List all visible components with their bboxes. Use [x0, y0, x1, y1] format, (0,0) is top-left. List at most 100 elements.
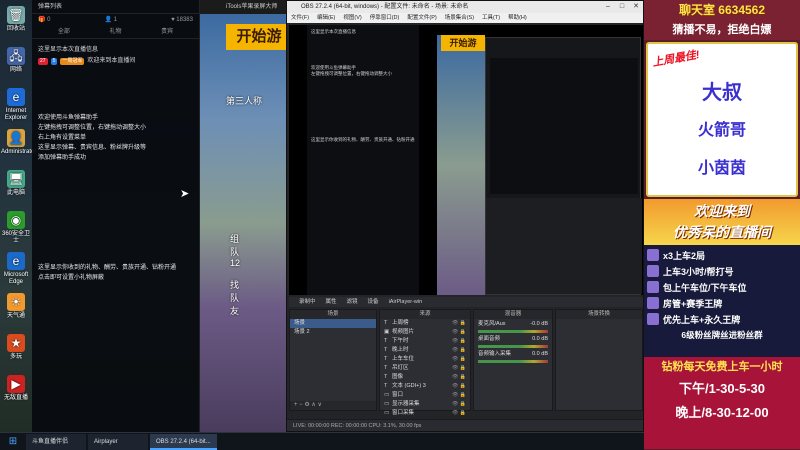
- source-item[interactable]: T 晚上时 👁 🔒: [380, 346, 470, 355]
- source-item[interactable]: ▭ 窗口 👁 🔒: [380, 391, 470, 400]
- source-name: 吊灯区: [392, 365, 409, 371]
- visibility-lock-icon[interactable]: 👁 🔒: [452, 364, 466, 373]
- tab-all[interactable]: 全部: [58, 28, 70, 36]
- desktop-icon[interactable]: ▶ 无敌直播: [1, 375, 31, 402]
- top-name-2: 火箭哥: [697, 122, 746, 139]
- source-type-icon: T: [384, 365, 388, 371]
- tab-gifts[interactable]: 礼物: [109, 28, 121, 36]
- obs-menu-item[interactable]: 视图(V): [343, 13, 361, 23]
- obs-menu-item[interactable]: 文件(F): [291, 13, 309, 23]
- visibility-lock-icon[interactable]: 👁 🔒: [452, 355, 466, 364]
- volume-meter[interactable]: [478, 345, 548, 348]
- chat-header: 弹幕列表: [32, 0, 199, 14]
- start-game-button[interactable]: 开始游: [226, 24, 292, 50]
- desktop-app-icon: e: [7, 252, 25, 270]
- obs-menu-item[interactable]: 场景集合(S): [445, 13, 474, 23]
- scene-tools[interactable]: + − ⚙ ∧ ∨: [290, 401, 376, 410]
- tab-vip[interactable]: 贵宾: [161, 28, 173, 36]
- obs-preview[interactable]: 这里显示本次直播信息 欢迎使用斗鱼弹幕助手 左键拖拽可调整位置，右键拖动调整大小…: [289, 25, 643, 295]
- desktop-icon[interactable]: 🖥 此电脑: [1, 170, 31, 197]
- windows-start-icon[interactable]: ⊞: [0, 436, 26, 447]
- scenes-title: 场景: [290, 310, 376, 319]
- source-control-item[interactable]: 录制中: [299, 297, 316, 307]
- taskbar-item-airplayer[interactable]: Airplayer: [88, 433, 148, 450]
- nested-preview: [490, 58, 638, 194]
- desktop-icon-label: Internet Explorer: [4, 108, 28, 121]
- source-type-icon: ▭: [384, 401, 390, 407]
- mixer-track[interactable]: 麦克风/Aux -0.0 dB: [474, 319, 552, 334]
- rank-badge: 一周冠军: [60, 57, 85, 65]
- mixer-track[interactable]: 桌面音频 0.0 dB: [474, 334, 552, 349]
- source-item[interactable]: T 图像 👁 🔒: [380, 373, 470, 382]
- volume-meter[interactable]: [478, 330, 548, 333]
- visibility-lock-icon[interactable]: 👁 🔒: [452, 328, 466, 337]
- source-item[interactable]: ▣ 视频图片 👁 🔒: [380, 328, 470, 337]
- obs-menu-item[interactable]: 停靠窗口(D): [370, 13, 400, 23]
- desktop-icon[interactable]: e Internet Explorer: [1, 88, 31, 122]
- perk-avatar: [647, 249, 659, 261]
- mixer-track[interactable]: 音频输入采集 0.0 dB: [474, 349, 552, 364]
- obs-menu-item[interactable]: 帮助(H): [508, 13, 527, 23]
- scene-item[interactable]: 场景 2: [290, 328, 376, 337]
- desktop-app-icon: e: [7, 88, 25, 106]
- welcome-block: 欢迎使用斗鱼弹幕助手 左键拖拽可调整位置，右键拖动调整大小 右上角有设置菜单 这…: [32, 113, 199, 163]
- mixer-track-db: 0.0 dB: [532, 336, 548, 342]
- source-type-icon: ▭: [384, 392, 390, 398]
- taskbar-item-douyu[interactable]: 斗鱼直播伴侣: [26, 433, 86, 450]
- obs-menu-item[interactable]: 编辑(E): [317, 13, 335, 23]
- desktop-icon[interactable]: 🖧 网络: [1, 47, 31, 74]
- visibility-lock-icon[interactable]: 👁 🔒: [452, 346, 466, 355]
- desktop-icon[interactable]: ☀ 天气通: [1, 293, 31, 320]
- preview-welcome-2: 左键拖拽可调整位置，右键拖动调整大小: [311, 71, 392, 76]
- source-name: 晚上时: [392, 347, 409, 353]
- preview-chat-line: 这里显示本次直播信息: [311, 29, 356, 34]
- obs-menu-item[interactable]: 工具(T): [482, 13, 500, 23]
- source-control-item[interactable]: 滤镜: [347, 297, 358, 307]
- top-name-3: 小茵茵: [697, 160, 746, 177]
- visibility-lock-icon[interactable]: 👁 🔒: [452, 409, 466, 418]
- source-item[interactable]: T 文本 (GDI+) 3 👁 🔒: [380, 382, 470, 391]
- obs-titlebar[interactable]: OBS 27.2.4 (64-bit, windows) - 配置文件: 未命名…: [287, 1, 643, 13]
- visibility-lock-icon[interactable]: 👁 🔒: [452, 319, 466, 328]
- desktop-icon[interactable]: ◉ 360安全卫士: [1, 211, 31, 245]
- source-item[interactable]: ▭ 显示器采集 👁 🔒: [380, 400, 470, 409]
- desktop-icon[interactable]: ★ 多玩: [1, 334, 31, 361]
- itools-titlebar[interactable]: iTools苹果录屏大师 (AirPlay): [200, 0, 286, 24]
- minimize-icon[interactable]: –: [601, 1, 615, 13]
- taskbar-item-obs[interactable]: OBS 27.2.4 (64-bit...: [150, 433, 217, 450]
- source-item[interactable]: T 上周榜 👁 🔒: [380, 319, 470, 328]
- desktop-icon[interactable]: 👤 Administrator: [1, 129, 36, 156]
- source-item[interactable]: T 吊灯区 👁 🔒: [380, 364, 470, 373]
- desktop-app-icon: 🖥: [7, 170, 25, 188]
- visibility-lock-icon[interactable]: 👁 🔒: [452, 382, 466, 391]
- scene-item[interactable]: 场景: [290, 319, 376, 328]
- visibility-lock-icon[interactable]: 👁 🔒: [452, 373, 466, 382]
- source-control-item[interactable]: iAirPlayer-win: [389, 297, 423, 307]
- source-type-icon: T: [384, 356, 388, 362]
- mixer-track-db: -0.0 dB: [530, 321, 548, 327]
- source-type-icon: ▣: [384, 329, 390, 335]
- obs-menu-item[interactable]: 配置文件(P): [407, 13, 436, 23]
- preview-start-label: 开始游: [441, 35, 485, 51]
- source-control-item[interactable]: 设备: [368, 297, 379, 307]
- volume-meter[interactable]: [478, 360, 548, 363]
- perk-list: x3上车2局 上车3小时/帮打号 包上午车位/下午车位 房管+赛季王牌 优先上车…: [644, 245, 800, 357]
- visibility-lock-icon[interactable]: 👁 🔒: [452, 337, 466, 346]
- stream-overlay: 聊天室 6634562 猜播不易，拒绝白嫖 上周最佳! 大叔 火箭哥 小茵茵 欢…: [644, 0, 800, 450]
- chat-info-line: 这里显示本次直播信息: [38, 47, 99, 53]
- visibility-lock-icon[interactable]: 👁 🔒: [452, 400, 466, 409]
- source-control-item[interactable]: 属性: [326, 297, 337, 307]
- desktop-icon-label: 网络: [9, 67, 22, 73]
- welcome-line-3: 右上角有设置菜单: [38, 135, 87, 141]
- close-icon[interactable]: ✕: [629, 1, 643, 13]
- desktop-icon[interactable]: e Microsoft Edge: [1, 252, 31, 286]
- maximize-icon[interactable]: □: [615, 1, 629, 13]
- desktop-app-icon: 🖧: [7, 47, 25, 65]
- source-item[interactable]: T 上车车位 👁 🔒: [380, 355, 470, 364]
- visibility-lock-icon[interactable]: 👁 🔒: [452, 391, 466, 400]
- best-label: 上周最佳!: [651, 48, 701, 70]
- source-item[interactable]: T 下午时 👁 🔒: [380, 337, 470, 346]
- source-item[interactable]: ▭ 窗口采集 👁 🔒: [380, 409, 470, 418]
- chat-panel[interactable]: 弹幕列表 🎁 0 👤 1 ♥ 18383 全部 礼物 贵宾 这里显示本次直播信息…: [32, 0, 200, 432]
- desktop-icon[interactable]: 🗑 回收站: [1, 6, 31, 33]
